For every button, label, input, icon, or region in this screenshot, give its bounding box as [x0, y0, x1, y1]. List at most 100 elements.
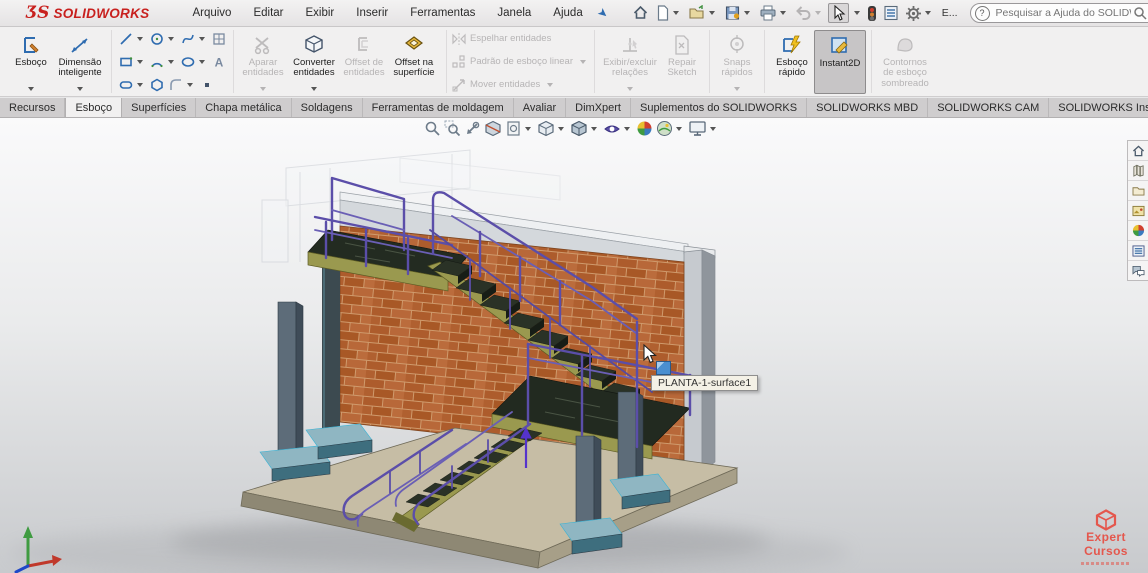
- menu-exibir[interactable]: Exibir: [295, 2, 346, 24]
- tab-avaliar[interactable]: Avaliar: [513, 98, 567, 117]
- sketch-3d-tool[interactable]: [210, 31, 228, 47]
- tab-mbd[interactable]: SOLIDWORKS MBD: [807, 98, 929, 117]
- tab-suplementos[interactable]: Suplementos do SOLIDWORKS: [630, 98, 808, 117]
- design-library-tab[interactable]: [1128, 161, 1148, 181]
- hover-tooltip: PLANTA-1-surface1: [651, 375, 759, 391]
- shaded-sketch-contours-button[interactable]: Contornos de esboço sombreado: [877, 30, 933, 94]
- menu-janela[interactable]: Janela: [486, 2, 542, 24]
- status-light-icon[interactable]: [865, 3, 879, 24]
- polygon-tool[interactable]: [148, 77, 166, 93]
- pin-menu-icon[interactable]: ➤: [594, 4, 611, 21]
- wall-pillar: [683, 245, 716, 473]
- undo-button[interactable]: [793, 3, 826, 23]
- tab-dimxpert[interactable]: DimXpert: [566, 98, 631, 117]
- tab-inspection[interactable]: SOLIDWORKS Inspection: [1049, 98, 1148, 117]
- sketch-button[interactable]: Esboço: [8, 30, 54, 94]
- ellipse-tool[interactable]: [179, 54, 209, 70]
- tab-cam[interactable]: SOLIDWORKS CAM: [928, 98, 1050, 117]
- section-view-button[interactable]: [484, 120, 502, 137]
- instant2d-button[interactable]: Instant2D: [814, 29, 866, 94]
- search-input[interactable]: [993, 6, 1133, 20]
- display-style-button[interactable]: [570, 120, 600, 137]
- solidworks-forum-tab[interactable]: [1128, 261, 1148, 280]
- instant2d-icon: [828, 33, 852, 59]
- trim-entities-button[interactable]: Aparar entidades: [239, 30, 287, 94]
- move-entities-label: Mover entidades: [470, 79, 541, 90]
- smart-dimension-button[interactable]: Dimensão inteligente: [54, 30, 106, 94]
- help-badge-icon: ?: [974, 5, 990, 21]
- tab-recursos[interactable]: Recursos: [0, 98, 66, 117]
- instant2d-label: Instant2D: [819, 57, 861, 69]
- print-button[interactable]: [757, 3, 791, 23]
- menu-arquivo[interactable]: Arquivo: [181, 2, 242, 24]
- menu-ajuda[interactable]: Ajuda: [542, 2, 593, 24]
- open-button[interactable]: [686, 3, 720, 23]
- custom-properties-tab[interactable]: [1128, 241, 1148, 261]
- quick-snaps-icon: [726, 32, 748, 58]
- ellipsis-label[interactable]: E...: [942, 7, 958, 19]
- convert-entities-button[interactable]: Converter entidades: [287, 30, 341, 94]
- previous-view-button[interactable]: [464, 120, 481, 137]
- apply-scene-button[interactable]: [656, 120, 685, 137]
- watermark-line2: Cursos: [1084, 544, 1128, 559]
- solidworks-resources-tab[interactable]: [1128, 141, 1148, 161]
- tab-ferramentas-moldagem[interactable]: Ferramentas de moldagem: [362, 98, 514, 117]
- line-tool[interactable]: [117, 31, 147, 47]
- linear-pattern-button[interactable]: Padrão de esboço linear: [452, 54, 589, 69]
- search-box[interactable]: ?: [969, 3, 1148, 23]
- view-palette-tab[interactable]: [1128, 201, 1148, 221]
- command-manager-tabs: Recursos Esboço Superfícies Chapa metáli…: [0, 98, 1148, 118]
- quick-snaps-button[interactable]: Snaps rápidos: [715, 30, 759, 94]
- repair-sketch-button[interactable]: Repair Sketch: [660, 30, 704, 94]
- select-tool-button[interactable]: [827, 3, 849, 23]
- zoom-to-area-icon: [444, 120, 461, 137]
- menu-inserir[interactable]: Inserir: [345, 2, 399, 24]
- new-document-button[interactable]: [653, 3, 684, 23]
- offset-entities-button[interactable]: Offset de entidades: [341, 30, 387, 94]
- rectangle-tool[interactable]: [117, 54, 147, 70]
- fillet-tool[interactable]: [167, 77, 197, 93]
- tab-superficies[interactable]: Superfícies: [122, 98, 197, 117]
- search-icon[interactable]: [1133, 6, 1147, 20]
- spline-tool[interactable]: [179, 31, 209, 47]
- zoom-to-area-button[interactable]: [444, 120, 461, 137]
- zoom-to-fit-button[interactable]: [424, 120, 441, 137]
- svg-text:A: A: [215, 55, 224, 69]
- tab-soldagens[interactable]: Soldagens: [291, 98, 363, 117]
- point-tool[interactable]: [198, 77, 216, 93]
- save-button[interactable]: [722, 3, 755, 23]
- arc-tool[interactable]: [148, 54, 178, 70]
- slot-tool[interactable]: [117, 77, 147, 93]
- surface-select-icon: [656, 361, 671, 375]
- menu-editar[interactable]: Editar: [242, 2, 294, 24]
- tab-esboco[interactable]: Esboço: [65, 98, 123, 117]
- heads-up-view-toolbar: [424, 120, 719, 137]
- repair-sketch-label: Repair Sketch: [667, 56, 697, 79]
- sketch-label: Esboço: [15, 56, 47, 68]
- offset-on-surface-button[interactable]: Offset na superfície: [387, 30, 441, 94]
- view-settings-button[interactable]: [688, 120, 719, 137]
- text-icon: A: [215, 55, 224, 69]
- settings-button[interactable]: [903, 3, 936, 24]
- watermark-tagline: [1081, 562, 1131, 565]
- text-tool[interactable]: A: [210, 54, 228, 70]
- home-button[interactable]: [630, 3, 651, 23]
- linear-pattern-icon: [452, 54, 465, 68]
- move-entities-button[interactable]: Mover entidades: [452, 78, 589, 92]
- display-delete-relations-button[interactable]: Exibir/excluir relações: [600, 30, 660, 94]
- file-explorer-tab[interactable]: [1128, 181, 1148, 201]
- mirror-entities-button[interactable]: Espelhar entidades: [452, 32, 589, 46]
- view-orientation-button[interactable]: [537, 120, 567, 137]
- smart-dimension-label: Dimensão inteligente: [58, 56, 102, 79]
- dynamic-annotation-button[interactable]: [505, 120, 534, 137]
- hide-show-items-button[interactable]: [603, 121, 633, 137]
- quick-sketch-button[interactable]: Esboço rápido: [770, 30, 814, 94]
- design-library-icon: [1132, 164, 1144, 177]
- appearances-scenes-tab[interactable]: [1128, 221, 1148, 241]
- tab-chapa-metalica[interactable]: Chapa metálica: [196, 98, 292, 117]
- rectangle-icon: [120, 56, 133, 66]
- circle-tool[interactable]: [148, 31, 178, 47]
- task-list-button[interactable]: [881, 3, 901, 23]
- menu-ferramentas[interactable]: Ferramentas: [399, 2, 486, 24]
- edit-appearance-button[interactable]: [636, 120, 653, 137]
